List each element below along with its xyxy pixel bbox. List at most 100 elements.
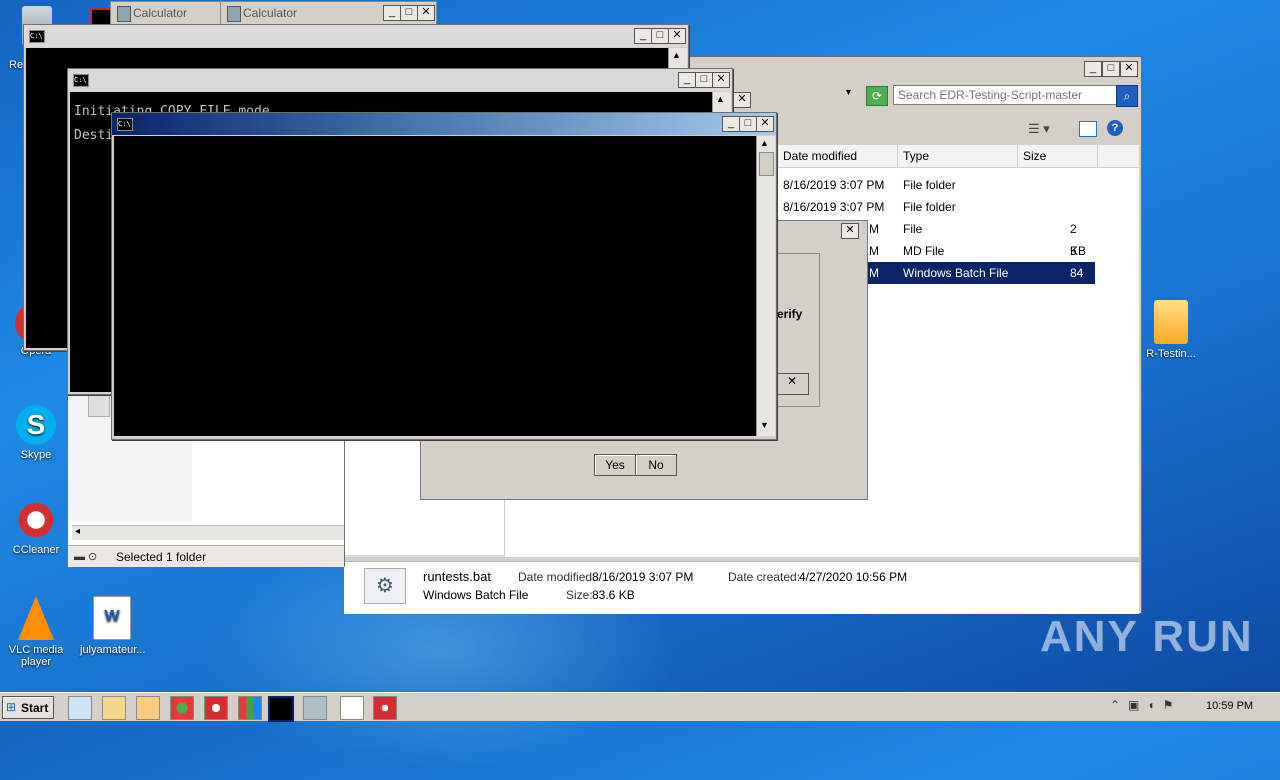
- chrome-icon[interactable]: [170, 696, 194, 720]
- minimize-button[interactable]: _: [1084, 61, 1102, 77]
- vertical-scrollbar[interactable]: ▲ ▼: [756, 136, 775, 436]
- search-input[interactable]: [893, 85, 1121, 105]
- skype-shortcut[interactable]: S Skype: [5, 405, 67, 461]
- column-header-type[interactable]: Type: [897, 145, 1018, 167]
- minimize-button[interactable]: _: [678, 72, 696, 88]
- search-icon[interactable]: ⌕: [1116, 85, 1138, 107]
- details-filetype: Windows Batch File: [423, 588, 529, 602]
- scroll-thumb[interactable]: [759, 152, 774, 176]
- refresh-icon[interactable]: ⟳: [866, 86, 888, 106]
- cmd-icon: C:\: [29, 30, 45, 43]
- maximize-button[interactable]: □: [695, 72, 713, 88]
- minimize-button[interactable]: _: [634, 28, 652, 44]
- calculator-window-2[interactable]: Calculator _ □ ✕: [220, 1, 437, 25]
- nav-item[interactable]: [88, 395, 110, 417]
- cell-type: File: [903, 222, 923, 236]
- details-date-modified: 8/16/2019 3:07 PM: [592, 570, 694, 584]
- details-date-created-label: Date created:: [728, 570, 801, 584]
- cell-type: File folder: [903, 178, 956, 192]
- cell-date: 8/16/2019 3:07 PM: [783, 178, 885, 192]
- vlc-shortcut[interactable]: VLC media player: [5, 596, 67, 668]
- calculator-title: Calculator: [133, 6, 188, 20]
- cell-type: Windows Batch File: [903, 266, 1009, 280]
- start-label: Start: [21, 701, 49, 715]
- view-options-icon[interactable]: ☰ ▾: [1028, 121, 1050, 137]
- word-doc-shortcut[interactable]: W julyamateur...: [80, 596, 145, 656]
- cell-type: File folder: [903, 200, 956, 214]
- dialog-close-button[interactable]: ✕: [841, 223, 859, 239]
- system-tray-icons[interactable]: ⌃▣◖⚑: [1110, 698, 1181, 712]
- cmd-title-bar[interactable]: C:\ _ □ ✕: [112, 113, 776, 135]
- ccleaner-icon: [16, 500, 56, 540]
- error-icon[interactable]: [373, 696, 397, 720]
- media-player-icon[interactable]: [136, 696, 160, 720]
- maximize-button[interactable]: □: [739, 116, 757, 132]
- help-icon[interactable]: ?: [1107, 120, 1123, 136]
- details-pane: ⚙ runtests.bat Windows Batch File Date m…: [344, 561, 1139, 614]
- vlc-icon: [18, 596, 54, 640]
- column-header-size[interactable]: Size: [1017, 145, 1098, 167]
- calculator-taskbar-icon[interactable]: [303, 696, 327, 720]
- scroll-up-icon[interactable]: ▲: [760, 138, 769, 148]
- explorer-taskbar-icon[interactable]: [102, 696, 126, 720]
- horizontal-scrollbar[interactable]: ◂: [72, 525, 344, 540]
- maximize-button[interactable]: □: [400, 5, 418, 21]
- cmd-title-bar[interactable]: C:\ _ □ ✕: [24, 25, 688, 47]
- table-row[interactable]: 8/16/2019 3:07 PM File folder: [777, 196, 1095, 218]
- nav-pane-divider: [344, 555, 504, 557]
- desktop-icon-label: Skype: [20, 449, 52, 461]
- folder-shortcut[interactable]: R-Testin...: [1138, 300, 1204, 360]
- dialog-inner-button[interactable]: ✕: [775, 373, 809, 395]
- close-button[interactable]: ✕: [1120, 61, 1138, 77]
- scroll-up-icon[interactable]: ▲: [672, 50, 681, 60]
- details-size: 83.6 KB: [592, 588, 635, 602]
- cmd-title-bar[interactable]: C:\ _ □ ✕: [68, 69, 732, 91]
- close-button[interactable]: ✕: [668, 28, 686, 44]
- maximize-button[interactable]: □: [651, 28, 669, 44]
- desktop-icon-label: VLC media player: [8, 644, 64, 668]
- start-button[interactable]: ⊞ Start: [2, 696, 54, 719]
- minimize-button[interactable]: _: [722, 116, 740, 132]
- notepad-icon[interactable]: [340, 696, 364, 720]
- calculator-title: Calculator: [243, 6, 298, 20]
- ccleaner-shortcut[interactable]: CCleaner: [5, 500, 67, 556]
- table-row[interactable]: 8/16/2019 3:07 PM File folder: [777, 174, 1095, 196]
- yes-button[interactable]: Yes: [594, 454, 636, 476]
- scroll-up-icon[interactable]: ▲: [716, 94, 725, 104]
- dropdown-arrow-icon[interactable]: ▼: [844, 87, 858, 101]
- batch-file-gear-icon: ⚙: [364, 568, 406, 604]
- details-date-created: 4/27/2020 10:56 PM: [799, 570, 908, 584]
- cmd-window-3: C:\ _ □ ✕ ▲ ▼: [111, 112, 777, 440]
- cell-type: MD File: [903, 244, 945, 258]
- status-text: Selected 1 folder: [116, 550, 207, 564]
- calculator-window-1[interactable]: Calculator: [110, 1, 222, 25]
- minimize-button[interactable]: _: [383, 5, 401, 21]
- maximize-button[interactable]: □: [1102, 61, 1120, 77]
- archiver-icon[interactable]: [238, 696, 262, 720]
- table-row-selected[interactable]: M Windows Batch File 84 KB: [867, 262, 1095, 302]
- desktop-icon-label: CCleaner: [12, 544, 60, 556]
- cmd-icon: C:\: [73, 74, 89, 87]
- scroll-down-icon[interactable]: ▼: [760, 420, 769, 430]
- cell-date: M: [869, 266, 879, 280]
- cmd-taskbar-icon[interactable]: [268, 696, 294, 722]
- scroll-left-icon[interactable]: ◂: [75, 526, 80, 537]
- status-bar: ▬ ⊙ Selected 1 folder: [68, 545, 344, 567]
- behind-window-close-button[interactable]: ✕: [733, 92, 751, 108]
- no-button[interactable]: No: [635, 454, 677, 476]
- folder-icon: [1154, 300, 1188, 344]
- close-button[interactable]: ✕: [712, 72, 730, 88]
- cell-date: M: [869, 222, 879, 236]
- ie-icon[interactable]: [68, 696, 92, 720]
- close-button[interactable]: ✕: [417, 5, 435, 21]
- clock[interactable]: 10:59 PM: [1206, 700, 1253, 712]
- preview-pane-icon[interactable]: [1079, 121, 1097, 137]
- column-header-date[interactable]: Date modified: [777, 145, 898, 167]
- pane-splitter[interactable]: [504, 495, 505, 557]
- desktop-icon-label: Re: [9, 59, 24, 71]
- details-date-modified-label: Date modified:: [518, 570, 596, 584]
- opera-taskbar-icon[interactable]: [204, 696, 228, 720]
- skype-icon: S: [16, 405, 56, 445]
- status-icons: ▬ ⊙: [74, 551, 98, 563]
- close-button[interactable]: ✕: [756, 116, 774, 132]
